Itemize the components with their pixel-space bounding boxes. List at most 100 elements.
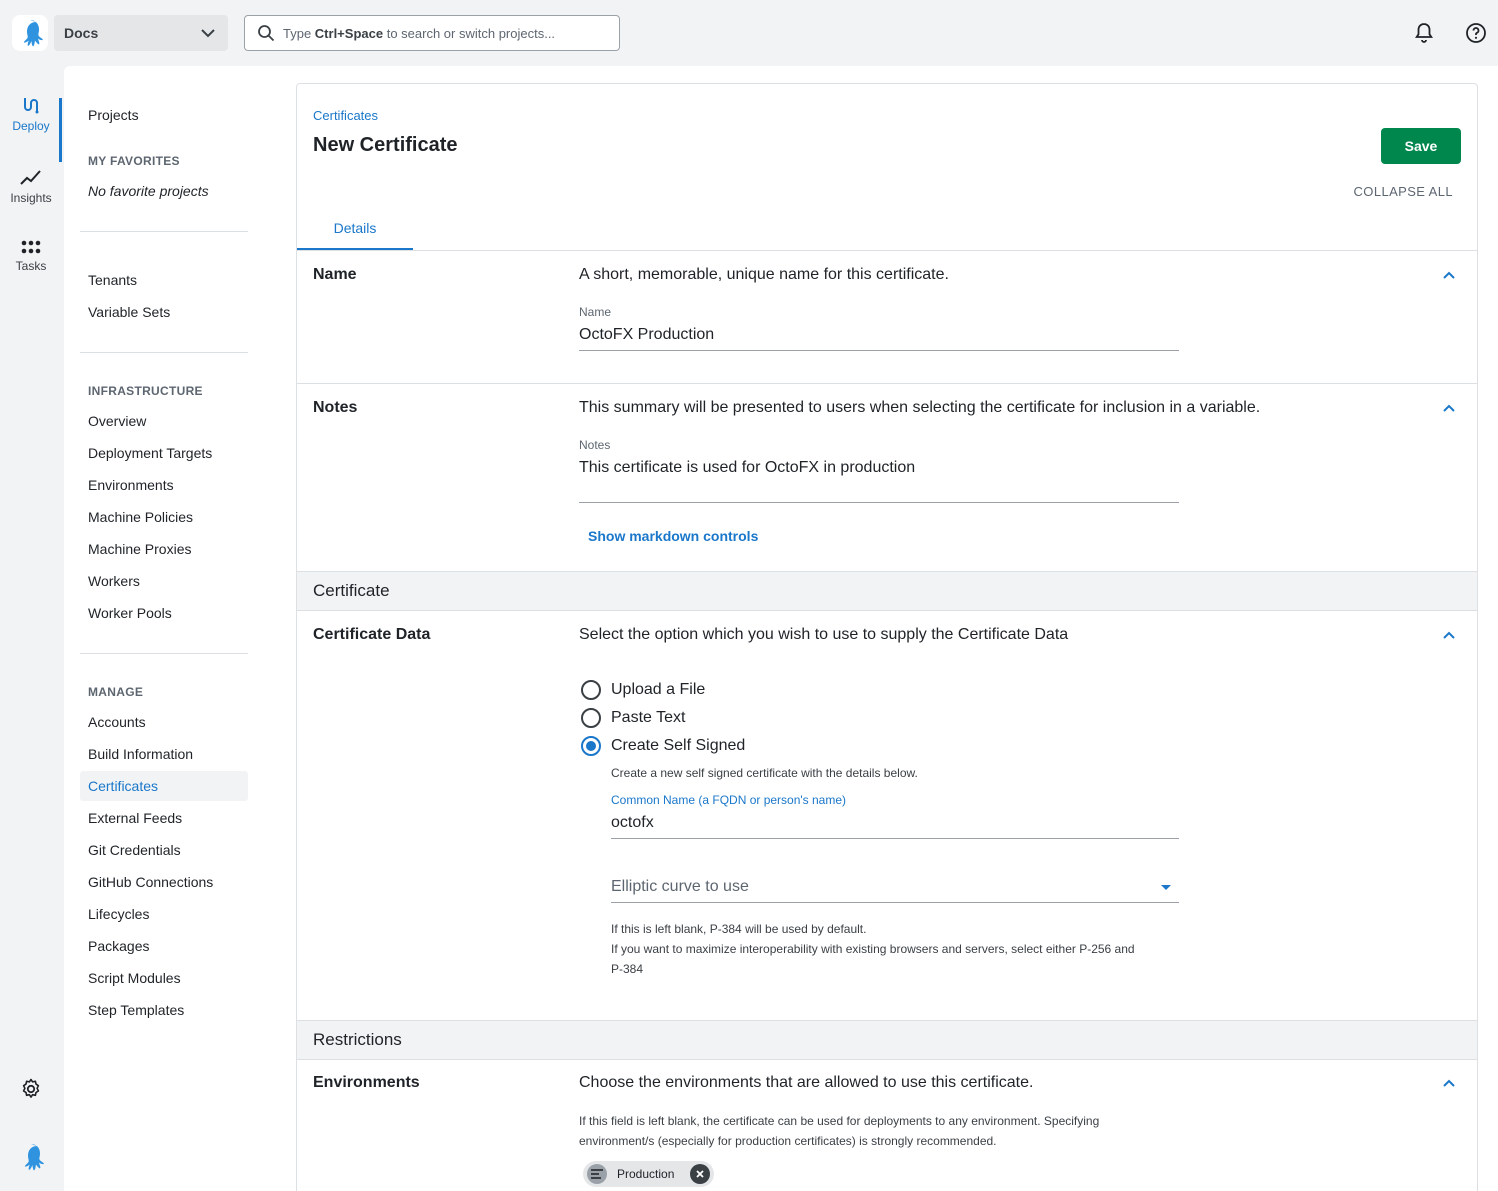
certificate-form-card: Certificates New Certificate Save COLLAP… bbox=[296, 83, 1478, 1191]
sidebar-item-environments[interactable]: Environments bbox=[80, 470, 248, 500]
sidebar-item-machine-proxies[interactable]: Machine Proxies bbox=[80, 534, 248, 564]
divider bbox=[80, 352, 248, 353]
elliptic-curve-select[interactable]: Elliptic curve to use bbox=[611, 878, 749, 896]
environments-label: Environments bbox=[313, 1074, 420, 1091]
common-name-label: Common Name (a FQDN or person's name) bbox=[611, 793, 847, 807]
radio-label: Create Self Signed bbox=[611, 737, 746, 754]
rail-item-tasks[interactable]: Tasks bbox=[0, 226, 62, 286]
radio-create-self-signed[interactable]: Create Self Signed bbox=[581, 736, 745, 756]
rail-label: Tasks bbox=[15, 259, 47, 273]
name-field[interactable]: OctoFX Production bbox=[579, 326, 714, 344]
sidebar-item-workers[interactable]: Workers bbox=[80, 566, 248, 596]
common-name-field[interactable]: octofx bbox=[611, 814, 654, 832]
collapse-all-button[interactable]: COLLAPSE ALL bbox=[1354, 184, 1453, 199]
chevron-up-icon[interactable] bbox=[1441, 627, 1457, 643]
name-field-label: Name bbox=[579, 305, 612, 319]
elliptic-curve-underline bbox=[611, 902, 1179, 903]
favorites-heading: MY FAVORITES bbox=[88, 154, 180, 168]
sidebar-item-accounts[interactable]: Accounts bbox=[80, 707, 248, 737]
sidebar-item-certificates[interactable]: Certificates bbox=[80, 771, 248, 801]
environments-help-line-2: environment/s (especially for production… bbox=[579, 1134, 997, 1148]
search-input[interactable]: Type Ctrl+Space to search or switch proj… bbox=[244, 15, 620, 51]
radio-label: Paste Text bbox=[611, 709, 686, 726]
environments-description: Choose the environments that are allowed… bbox=[579, 1074, 1034, 1091]
self-signed-help: Create a new self signed certificate wit… bbox=[611, 766, 918, 780]
curve-help-line-2: If you want to maximize interoperability… bbox=[611, 942, 1135, 956]
notes-field[interactable]: This certificate is used for OctoFX in p… bbox=[579, 459, 915, 477]
chevron-up-icon[interactable] bbox=[1441, 400, 1457, 416]
chevron-up-icon[interactable] bbox=[1441, 1075, 1457, 1091]
remove-chip-icon[interactable] bbox=[690, 1164, 711, 1184]
main-content: Certificates New Certificate Save COLLAP… bbox=[262, 66, 1498, 1191]
no-favorites-text: No favorite projects bbox=[88, 183, 209, 199]
user-avatar-icon[interactable] bbox=[17, 1142, 45, 1172]
dropdown-arrow-icon[interactable] bbox=[1159, 880, 1173, 894]
radio-checked-icon bbox=[581, 736, 601, 756]
infrastructure-heading: INFRASTRUCTURE bbox=[88, 384, 203, 398]
search-icon bbox=[258, 25, 275, 42]
certificate-data-description: Select the option which you wish to use … bbox=[579, 626, 1069, 643]
divider bbox=[80, 653, 248, 654]
sidebar-item-build-information[interactable]: Build Information bbox=[80, 739, 248, 769]
curve-help-line-1: If this is left blank, P-384 will be use… bbox=[611, 922, 867, 936]
notes-section-label: Notes bbox=[313, 399, 358, 416]
sidebar-item-git-credentials[interactable]: Git Credentials bbox=[80, 835, 248, 865]
environment-icon bbox=[587, 1164, 607, 1184]
certificate-group-header: Certificate bbox=[297, 571, 1477, 611]
common-name-underline bbox=[611, 838, 1179, 839]
sidebar-item-external-feeds[interactable]: External Feeds bbox=[80, 803, 248, 833]
environments-help-line-1: If this field is left blank, the certifi… bbox=[579, 1114, 1100, 1128]
curve-help-line-3: P-384 bbox=[611, 962, 644, 976]
tab-details[interactable]: Details bbox=[297, 208, 413, 250]
sidebar-item-github-connections[interactable]: GitHub Connections bbox=[80, 867, 248, 897]
chevron-up-icon[interactable] bbox=[1441, 267, 1457, 283]
top-bar: Docs Type Ctrl+Space to search or switch… bbox=[0, 0, 1498, 66]
sidebar-item-lifecycles[interactable]: Lifecycles bbox=[80, 899, 248, 929]
bell-icon[interactable] bbox=[1412, 21, 1436, 45]
environment-chip-label: Production bbox=[617, 1167, 675, 1181]
restrictions-group-header: Restrictions bbox=[297, 1020, 1477, 1060]
notes-section-description: This summary will be presented to users … bbox=[579, 399, 1261, 416]
radio-unchecked-icon bbox=[581, 680, 601, 700]
radio-paste-text[interactable]: Paste Text bbox=[581, 708, 685, 728]
divider bbox=[297, 250, 1477, 251]
rail-label: Insights bbox=[10, 191, 52, 205]
breadcrumb[interactable]: Certificates bbox=[313, 108, 378, 123]
notes-field-label: Notes bbox=[579, 438, 611, 452]
sidebar-item-worker-pools[interactable]: Worker Pools bbox=[80, 598, 248, 628]
gear-icon[interactable] bbox=[19, 1077, 43, 1101]
deploy-icon bbox=[24, 98, 39, 114]
help-icon[interactable] bbox=[1464, 21, 1488, 45]
rail-item-insights[interactable]: Insights bbox=[0, 156, 62, 216]
radio-upload-file[interactable]: Upload a File bbox=[581, 680, 705, 700]
sidebar-item-deployment-targets[interactable]: Deployment Targets bbox=[80, 438, 248, 468]
sidebar-item-packages[interactable]: Packages bbox=[80, 931, 248, 961]
sidebar-item-projects[interactable]: Projects bbox=[80, 100, 248, 130]
search-placeholder: Type Ctrl+Space to search or switch proj… bbox=[283, 25, 556, 41]
name-section-description: A short, memorable, unique name for this… bbox=[579, 266, 949, 283]
sidebar-item-machine-policies[interactable]: Machine Policies bbox=[80, 502, 248, 532]
sidebar-item-script-modules[interactable]: Script Modules bbox=[80, 963, 248, 993]
notes-field-underline bbox=[579, 502, 1179, 503]
sidebar-item-step-templates[interactable]: Step Templates bbox=[80, 995, 248, 1025]
rail-item-deploy[interactable]: Deploy bbox=[0, 82, 62, 162]
name-field-underline bbox=[579, 350, 1179, 351]
rail-label: Deploy bbox=[12, 119, 50, 133]
certificate-data-label: Certificate Data bbox=[313, 626, 431, 643]
sidebar-item-tenants[interactable]: Tenants bbox=[80, 265, 248, 295]
tasks-icon bbox=[21, 240, 41, 254]
save-button[interactable]: Save bbox=[1381, 128, 1461, 164]
sidebar-item-overview[interactable]: Overview bbox=[80, 406, 248, 436]
space-selector[interactable]: Docs bbox=[54, 15, 228, 51]
octopus-logo-icon[interactable] bbox=[12, 15, 48, 51]
environment-chip[interactable]: Production bbox=[583, 1161, 715, 1187]
insights-icon bbox=[20, 170, 41, 185]
show-markdown-controls-link[interactable]: Show markdown controls bbox=[588, 528, 758, 544]
radio-unchecked-icon bbox=[581, 708, 601, 728]
radio-label: Upload a File bbox=[611, 681, 706, 698]
space-name: Docs bbox=[64, 25, 99, 41]
sidebar-item-variable-sets[interactable]: Variable Sets bbox=[80, 297, 248, 327]
page-title: New Certificate bbox=[313, 134, 458, 156]
left-rail: Deploy Insights Tasks bbox=[0, 66, 62, 1191]
chevron-down-icon bbox=[201, 29, 215, 38]
